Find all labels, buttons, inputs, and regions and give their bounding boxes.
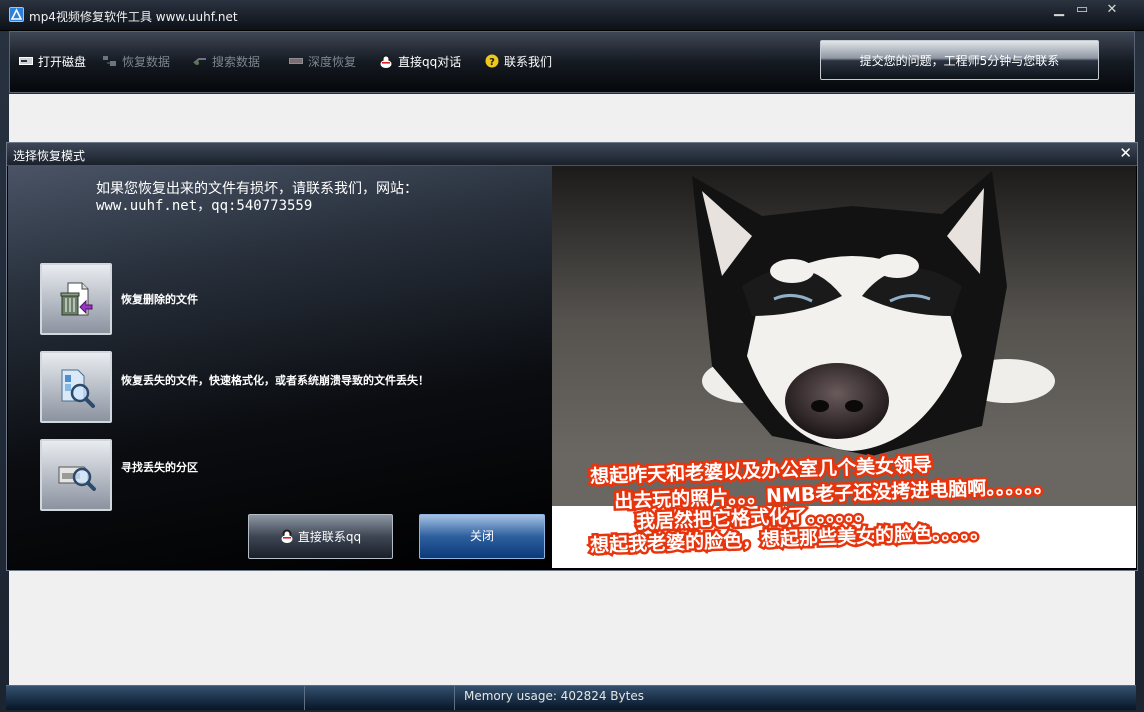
recover-deleted-label: 恢复删除的文件 [121, 293, 198, 306]
work-area-bottom [9, 571, 1135, 685]
open-disk-button[interactable]: 打开磁盘 [19, 52, 86, 70]
maximize-button[interactable]: ▭ [1067, 0, 1097, 20]
dialog-title: 选择恢复模式 [13, 149, 86, 163]
close-dialog-button[interactable]: 关闭 [419, 514, 545, 559]
status-divider [454, 686, 455, 710]
search-data-button[interactable]: 搜索数据 [193, 52, 260, 70]
close-window-button[interactable]: ✕ [1097, 0, 1127, 20]
recover-icon [103, 54, 117, 68]
submit-question-button[interactable]: 提交您的问题，工程师5分钟与您联系 [820, 40, 1099, 80]
direct-contact-qq-button[interactable]: 直接联系qq [248, 514, 393, 559]
search-data-label: 搜索数据 [212, 54, 261, 69]
contact-notice: 如果您恢复出来的文件有损坏，请联系我们，网站：www.uuhf.net，qq:5… [96, 181, 418, 214]
find-partition-button[interactable] [40, 439, 112, 511]
window-title: mp4视频修复软件工具 www.uuhf.net [29, 10, 238, 24]
qq-icon [379, 54, 393, 68]
svg-text:?: ? [489, 57, 495, 68]
direct-qq-chat-label: 直接qq对话 [398, 54, 462, 69]
deep-recover-label: 深度恢复 [308, 54, 357, 69]
toolbar: 打开磁盘 恢复数据 搜索数据 深度恢复 直接qq对话 ? 联系我们 提交您的问题… [9, 31, 1135, 93]
drive-icon [19, 54, 33, 68]
memory-usage-text: Memory usage: 402824 Bytes [464, 689, 644, 703]
app-logo-icon [9, 7, 24, 22]
recovery-mode-dialog: 选择恢复模式 ✕ 如果您恢复出来的文件有损坏，请联系我们，网站：www.uuhf… [6, 142, 1138, 571]
status-divider [304, 686, 305, 710]
work-area-top [9, 94, 1135, 142]
dialog-title-bar[interactable]: 选择恢复模式 ✕ [7, 143, 1137, 166]
deep-recover-icon [289, 54, 303, 68]
options-pane: 如果您恢复出来的文件有损坏，请联系我们，网站：www.uuhf.net，qq:5… [8, 166, 553, 569]
partition-search-icon [58, 466, 96, 491]
direct-contact-qq-label: 直接联系qq [297, 530, 362, 544]
deep-recover-button[interactable]: 深度恢复 [289, 52, 356, 70]
status-bar: Memory usage: 402824 Bytes [6, 685, 1136, 710]
open-disk-label: 打开磁盘 [38, 54, 87, 69]
recover-data-button[interactable]: 恢复数据 [103, 52, 170, 70]
recycle-bin-icon [60, 282, 93, 316]
recover-lost-label: 恢复丢失的文件，快速格式化，或者系统崩溃导致的文件丢失！ [121, 374, 429, 387]
recover-lost-button[interactable] [40, 351, 112, 423]
help-icon: ? [485, 54, 499, 68]
recover-deleted-button[interactable] [40, 263, 112, 335]
recover-data-label: 恢复数据 [122, 54, 171, 69]
magnify-document-icon [61, 369, 95, 408]
qq-icon [281, 529, 293, 543]
dialog-close-icon[interactable]: ✕ [1119, 144, 1132, 162]
husky-meme-photo: 想起昨天和老婆以及办公室几个美女领导 出去玩的照片。。。NMB老子还没拷进电脑啊… [552, 166, 1136, 568]
contact-us-button[interactable]: ? 联系我们 [485, 52, 552, 70]
direct-qq-chat-button[interactable]: 直接qq对话 [379, 52, 461, 70]
find-partition-label: 寻找丢失的分区 [121, 461, 198, 474]
search-data-icon [193, 54, 207, 68]
contact-us-label: 联系我们 [504, 54, 553, 69]
title-bar[interactable]: mp4视频修复软件工具 www.uuhf.net ▁ ▭ ✕ [0, 0, 1144, 31]
